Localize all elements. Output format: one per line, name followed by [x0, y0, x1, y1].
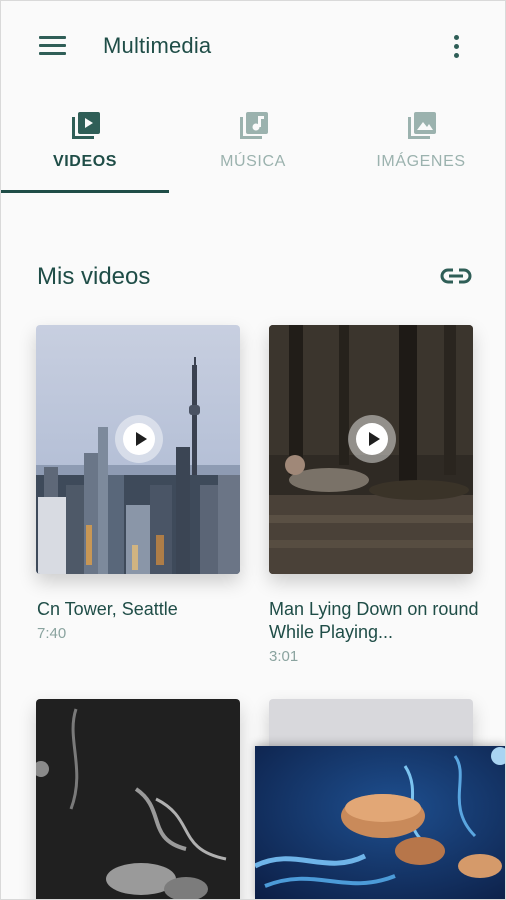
tab-images[interactable]: IMÁGENES	[337, 93, 505, 193]
video-card[interactable]	[36, 699, 240, 899]
tab-music[interactable]: MÚSICA	[169, 93, 337, 193]
app-screen: Multimedia VIDEOS MÚSICA IMÁGENES Mis vi…	[0, 0, 506, 900]
mini-player[interactable]	[255, 746, 505, 899]
video-card[interactable]	[36, 325, 240, 574]
play-button[interactable]	[348, 415, 396, 463]
app-title: Multimedia	[103, 33, 212, 58]
video-thumbnail	[255, 746, 505, 899]
top-app-bar: Multimedia	[1, 1, 505, 93]
video-duration: 7:40	[37, 625, 67, 642]
more-vert-icon[interactable]	[449, 33, 463, 61]
menu-icon[interactable]	[39, 36, 66, 56]
tab-indicator	[1, 190, 169, 193]
play-button[interactable]	[115, 415, 163, 463]
tab-bar: VIDEOS MÚSICA IMÁGENES	[1, 93, 505, 193]
link-icon[interactable]	[439, 263, 473, 289]
image-library-icon	[408, 112, 436, 139]
music-library-icon	[240, 112, 268, 139]
tab-label: IMÁGENES	[376, 153, 466, 170]
video-title: Man Lying Down on round While Playing...	[269, 599, 479, 642]
tab-label: MÚSICA	[220, 153, 286, 170]
video-library-icon	[72, 112, 100, 139]
video-title: Cn Tower, Seattle	[37, 599, 178, 619]
video-card[interactable]	[269, 325, 473, 574]
video-duration: 3:01	[269, 648, 299, 665]
video-thumbnail	[36, 699, 240, 899]
section-title: Mis videos	[37, 263, 151, 290]
tab-label: VIDEOS	[52, 153, 118, 170]
tab-videos[interactable]: VIDEOS	[1, 93, 169, 193]
